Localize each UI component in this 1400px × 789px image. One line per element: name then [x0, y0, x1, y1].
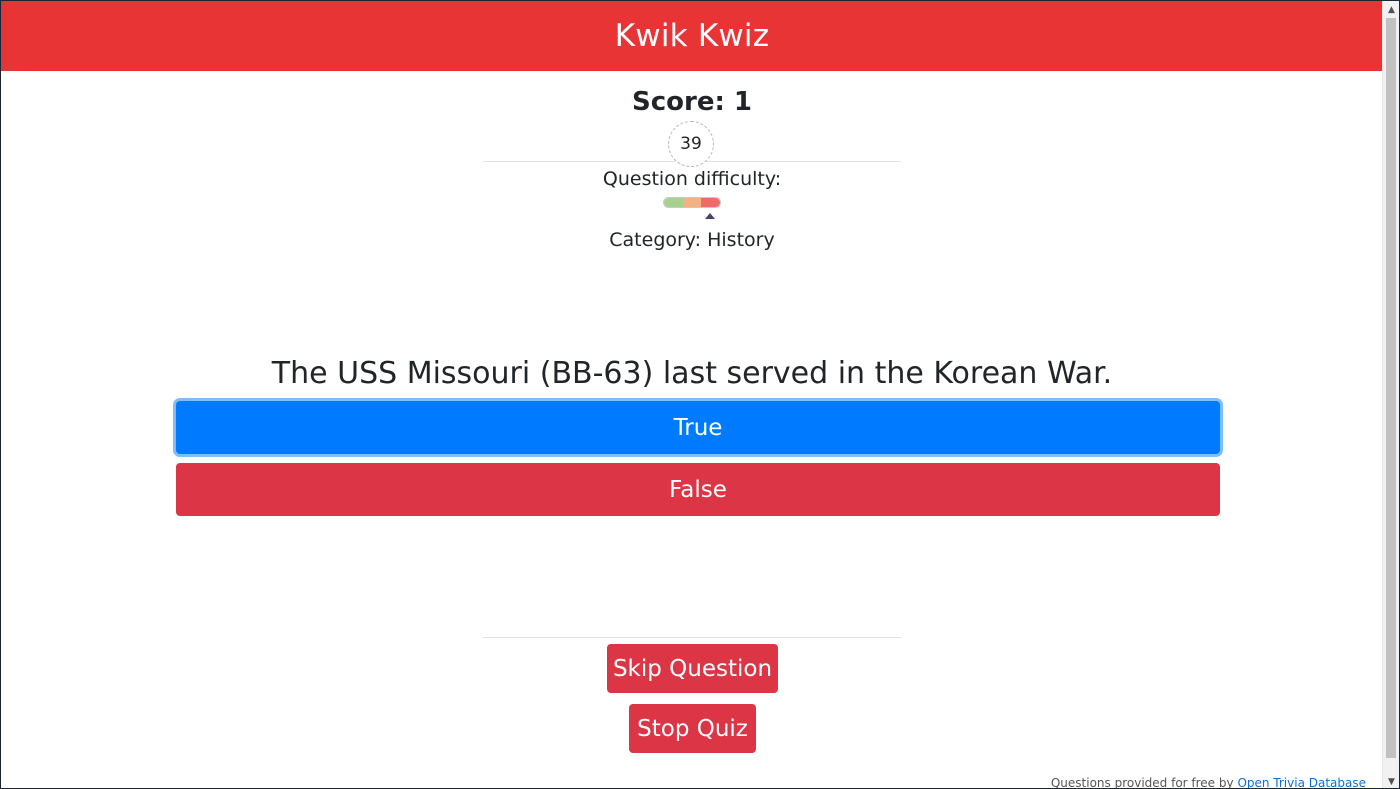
difficulty-marker-icon	[705, 213, 715, 219]
answer-false-button[interactable]: False	[176, 463, 1220, 516]
app-window: Kwik Kwiz Score: 1 39 Question difficult…	[0, 0, 1400, 789]
timer-value: 39	[680, 134, 702, 154]
difficulty-medium	[682, 198, 702, 207]
app-title: Kwik Kwiz	[614, 18, 770, 54]
score-display: Score: 1	[632, 87, 752, 117]
category-label: Category: History	[609, 229, 775, 251]
attribution-text: Questions provided for free by	[1050, 776, 1234, 789]
answer-true-label: True	[673, 414, 723, 441]
divider-bottom	[483, 637, 901, 638]
difficulty-meter	[663, 197, 721, 208]
scroll-down-icon[interactable]: ▼	[1383, 773, 1399, 788]
skip-question-label: Skip Question	[612, 655, 773, 682]
question-text: The USS Missouri (BB-63) last served in …	[271, 356, 1113, 391]
difficulty-label: Question difficulty:	[602, 168, 782, 190]
scroll-thumb[interactable]	[1386, 18, 1396, 758]
answer-false-label: False	[669, 476, 727, 503]
difficulty-hard	[701, 198, 720, 207]
stop-quiz-label: Stop Quiz	[637, 715, 748, 742]
attribution-footer: Questions provided for free by Open Triv…	[1050, 776, 1366, 789]
quiz-panel: Score: 1 39 Question difficulty: Categor…	[1, 71, 1383, 789]
vertical-scrollbar[interactable]: ▲ ▼	[1382, 1, 1399, 788]
countdown-timer: 39	[668, 121, 714, 167]
scroll-up-icon[interactable]: ▲	[1383, 1, 1399, 18]
difficulty-easy	[664, 198, 683, 207]
app-header: Kwik Kwiz	[1, 1, 1383, 71]
answer-true-button[interactable]: True	[176, 401, 1220, 454]
stop-quiz-button[interactable]: Stop Quiz	[629, 704, 756, 753]
skip-question-button[interactable]: Skip Question	[607, 644, 778, 693]
open-trivia-link[interactable]: Open Trivia Database	[1237, 776, 1366, 788]
